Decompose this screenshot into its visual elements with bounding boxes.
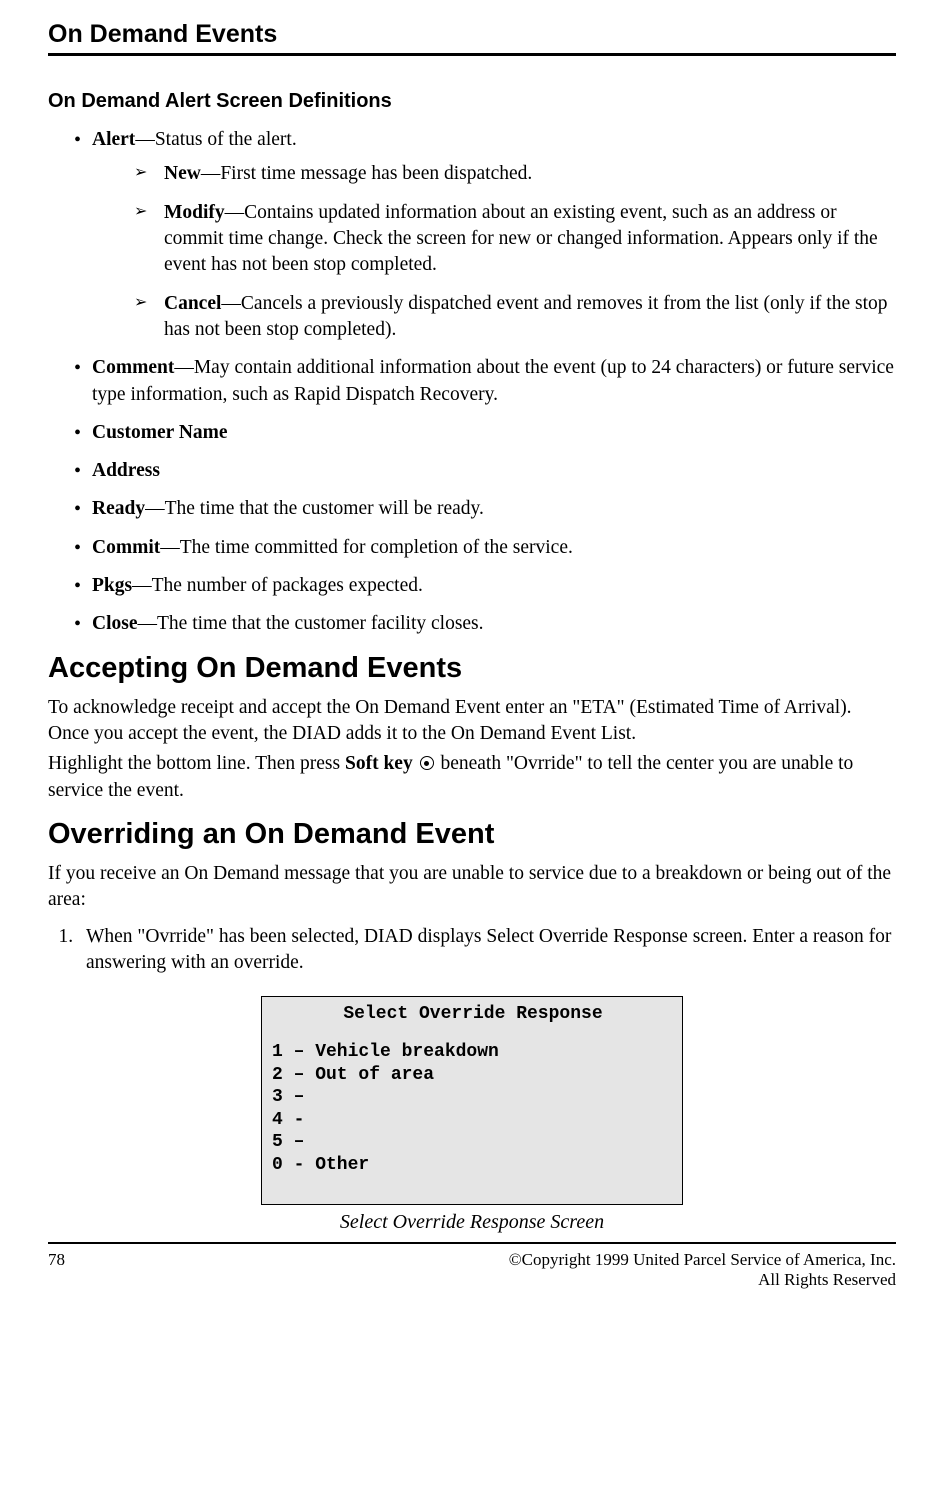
term-pkgs-desc: —The number of packages expected.	[132, 575, 423, 596]
term-cancel: Cancel	[164, 293, 221, 314]
list-item: Customer Name	[74, 420, 896, 446]
definition-list: Alert—Status of the alert. New—First tim…	[74, 127, 896, 638]
accepting-p2a: Highlight the bottom line. Then press	[48, 753, 345, 774]
term-alert: Alert	[92, 129, 135, 150]
step-1: When "Ovrride" has been selected, DIAD d…	[78, 924, 896, 977]
term-ready: Ready	[92, 498, 145, 519]
list-item: Close—The time that the customer facilit…	[74, 611, 896, 637]
term-commit-desc: —The time committed for completion of th…	[160, 537, 573, 558]
term-ready-desc: —The time that the customer will be read…	[145, 498, 484, 519]
section-heading-accepting: Accepting On Demand Events	[48, 652, 896, 685]
list-item: Pkgs—The number of packages expected.	[74, 573, 896, 599]
softkey-dot-icon	[420, 756, 434, 770]
term-customer-name: Customer Name	[92, 422, 228, 443]
page-title: On Demand Events	[48, 20, 277, 48]
term-cancel-desc: —Cancels a previously dispatched event a…	[164, 293, 888, 340]
screen-line: 5 –	[272, 1131, 674, 1154]
list-item: Modify—Contains updated information abou…	[134, 200, 896, 279]
overriding-intro: If you receive an On Demand message that…	[48, 861, 896, 914]
screen-line: 4 -	[272, 1109, 674, 1132]
copyright-line: ©Copyright 1999 United Parcel Service of…	[509, 1250, 896, 1270]
override-steps: When "Ovrride" has been selected, DIAD d…	[48, 924, 896, 977]
page-footer: 78 ©Copyright 1999 United Parcel Service…	[48, 1242, 896, 1290]
term-modify: Modify	[164, 202, 225, 223]
list-item: Cancel—Cancels a previously dispatched e…	[134, 291, 896, 344]
list-item: Alert—Status of the alert. New—First tim…	[74, 127, 896, 343]
softkey-label: Soft key	[345, 753, 418, 774]
term-commit: Commit	[92, 537, 160, 558]
list-item: Commit—The time committed for completion…	[74, 535, 896, 561]
term-close: Close	[92, 613, 138, 634]
term-new-desc: —First time message has been dispatched.	[201, 163, 532, 184]
rights-line: All Rights Reserved	[509, 1270, 896, 1290]
screen-line: 1 – Vehicle breakdown	[272, 1041, 674, 1064]
page-number: 78	[48, 1250, 65, 1290]
term-comment-desc: —May contain additional information abou…	[92, 357, 894, 404]
alert-sublist: New—First time message has been dispatch…	[134, 161, 896, 343]
screen-line: 0 - Other	[272, 1154, 674, 1177]
list-item: New—First time message has been dispatch…	[134, 161, 896, 187]
screen-line: 2 – Out of area	[272, 1064, 674, 1087]
list-item: Comment—May contain additional informati…	[74, 355, 896, 408]
term-close-desc: —The time that the customer facility clo…	[138, 613, 484, 634]
screen-line: 3 –	[272, 1086, 674, 1109]
page-header: On Demand Events	[48, 20, 896, 56]
section-heading-overriding: Overriding an On Demand Event	[48, 818, 896, 851]
term-pkgs: Pkgs	[92, 575, 132, 596]
section-heading-definitions: On Demand Alert Screen Definitions	[48, 90, 896, 113]
term-comment: Comment	[92, 357, 174, 378]
term-new: New	[164, 163, 201, 184]
term-alert-desc: —Status of the alert.	[135, 129, 296, 150]
screen-title: Select Override Response	[272, 1003, 674, 1026]
override-response-screen: Select Override Response 1 – Vehicle bre…	[261, 996, 683, 1206]
screen-caption: Select Override Response Screen	[48, 1211, 896, 1234]
list-item: Ready—The time that the customer will be…	[74, 496, 896, 522]
term-address: Address	[92, 460, 160, 481]
accepting-p1: To acknowledge receipt and accept the On…	[48, 695, 896, 748]
list-item: Address	[74, 458, 896, 484]
term-modify-desc: —Contains updated information about an e…	[164, 202, 878, 276]
accepting-p2: Highlight the bottom line. Then press So…	[48, 751, 896, 804]
